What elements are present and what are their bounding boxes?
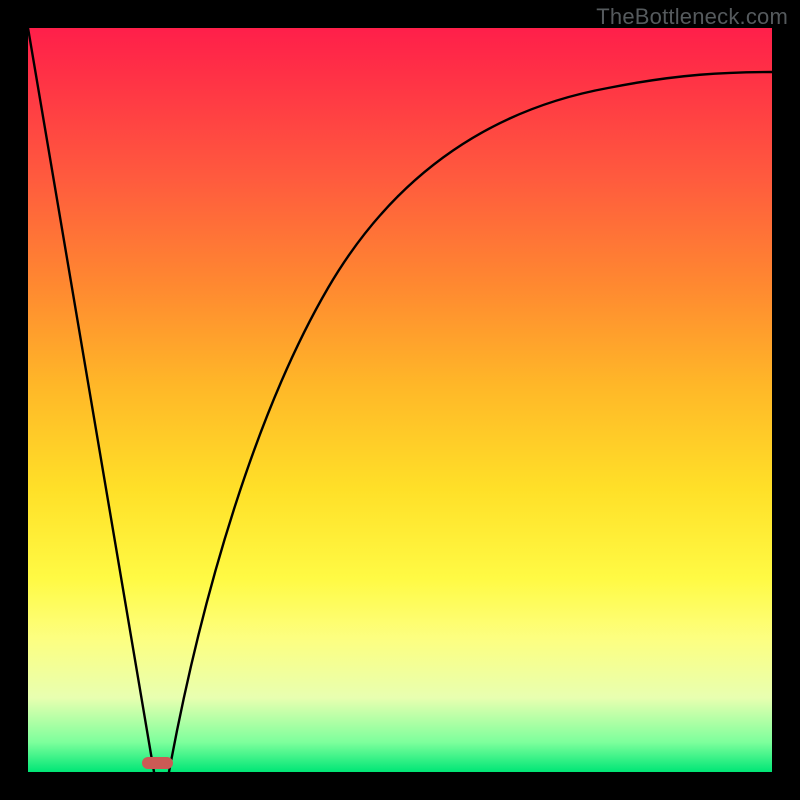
curve-left-branch (28, 28, 154, 772)
chart-frame: TheBottleneck.com (0, 0, 800, 800)
watermark-text: TheBottleneck.com (596, 4, 788, 30)
minimum-marker (142, 757, 173, 769)
curve-right-branch (169, 72, 772, 772)
curve-layer (28, 28, 772, 772)
plot-area (28, 28, 772, 772)
